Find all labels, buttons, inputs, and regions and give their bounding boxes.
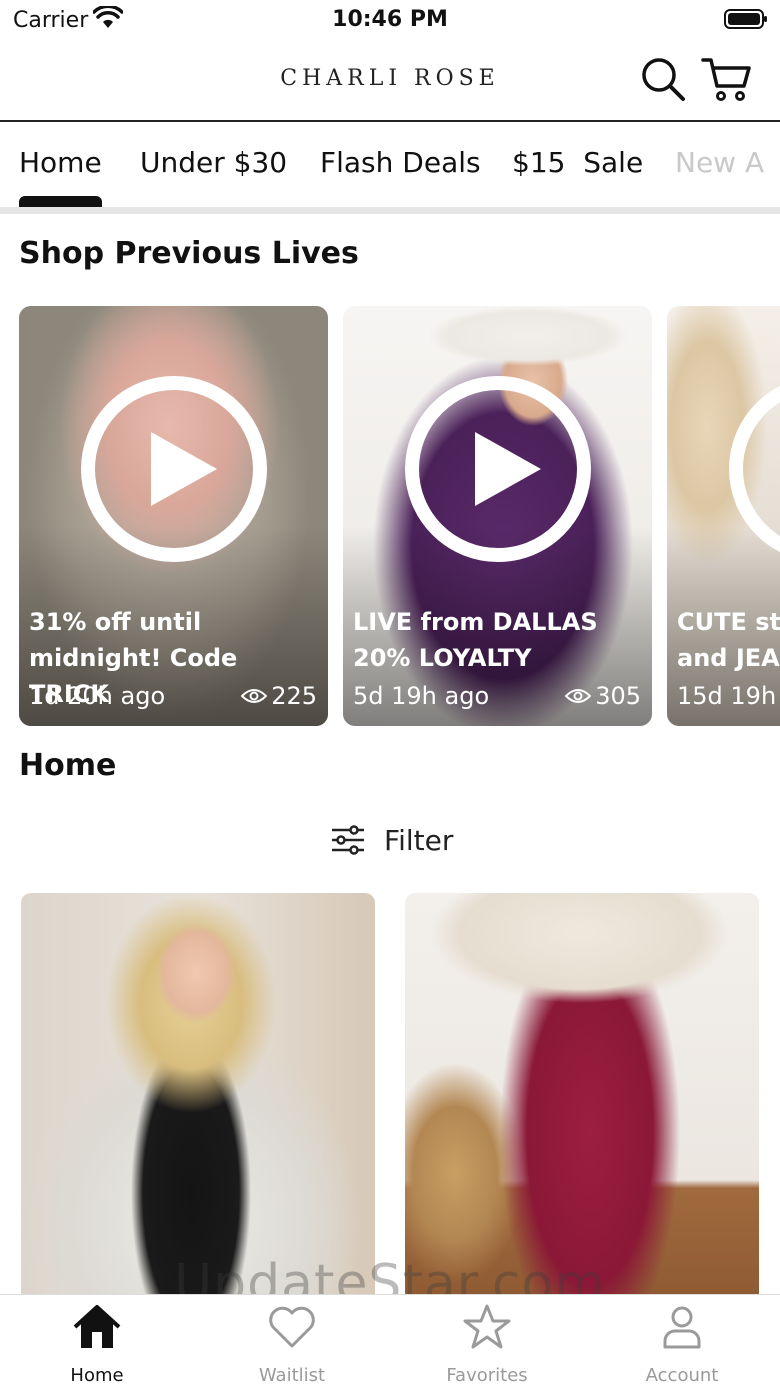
product-card[interactable] <box>405 893 759 1303</box>
filter-label: Filter <box>384 823 454 857</box>
tab-flash-deals[interactable]: Flash Deals <box>320 146 481 179</box>
heart-icon <box>269 1306 315 1348</box>
product-image <box>21 893 375 1303</box>
bottom-nav: Home Waitlist Favorites Account <box>0 1294 780 1387</box>
person-icon <box>663 1306 701 1349</box>
nav-favorites[interactable]: Favorites <box>417 1303 557 1386</box>
play-icon[interactable] <box>403 374 593 564</box>
home-icon <box>73 1305 121 1348</box>
nav-favorites-label: Favorites <box>446 1365 528 1386</box>
live-age: 5d 19h ago <box>353 682 490 710</box>
play-icon[interactable] <box>79 374 269 564</box>
lives-section-title: Shop Previous Lives <box>19 236 359 271</box>
live-card[interactable]: 31% off until midnight! Code TRICK 1d 20… <box>19 306 328 726</box>
nav-waitlist-label: Waitlist <box>258 1365 326 1386</box>
nav-account-label: Account <box>645 1365 719 1386</box>
live-card[interactable]: LIVE from DALLAS 20% LOYALTY 5d 19h ago … <box>343 306 652 726</box>
status-bar: Carrier 10:46 PM <box>0 0 780 42</box>
view-count: 225 <box>241 682 317 710</box>
eye-icon <box>241 689 268 703</box>
clock: 10:46 PM <box>332 7 448 32</box>
nav-home[interactable]: Home <box>27 1303 167 1386</box>
cart-icon[interactable] <box>700 54 752 104</box>
tab-home[interactable]: Home <box>19 146 102 179</box>
nav-account[interactable]: Account <box>612 1303 752 1386</box>
sliders-icon <box>332 825 364 855</box>
live-age: 1d 20h ago <box>29 682 166 710</box>
view-count-value: 225 <box>271 682 317 710</box>
play-icon[interactable] <box>727 374 780 564</box>
search-icon[interactable] <box>640 56 686 102</box>
live-title: LIVE from DALLAS 20% LOYALTY <box>353 608 598 672</box>
view-count-value: 305 <box>595 682 641 710</box>
product-image <box>405 893 759 1303</box>
star-icon <box>463 1304 511 1349</box>
tab-new-arrivals[interactable]: New A <box>675 146 764 179</box>
live-title: CUTE stu and JEA <box>677 608 780 672</box>
category-tabs: Home Under $30 Flash Deals $15 Sale New … <box>0 124 780 210</box>
app-header: CHARLI ROSE <box>0 42 780 122</box>
lives-carousel[interactable]: 31% off until midnight! Code TRICK 1d 20… <box>0 306 780 728</box>
nav-home-label: Home <box>70 1365 124 1386</box>
view-count: 305 <box>565 682 641 710</box>
eye-icon <box>565 689 592 703</box>
tab-under-30[interactable]: Under $30 <box>140 146 287 179</box>
product-card[interactable] <box>21 893 375 1303</box>
filter-button[interactable]: Filter <box>330 818 453 862</box>
battery-icon <box>724 9 767 29</box>
tabs-divider <box>0 207 780 214</box>
home-section-title: Home <box>19 748 117 783</box>
nav-waitlist[interactable]: Waitlist <box>222 1303 362 1386</box>
live-card[interactable]: CUTE stu and JEA 15d 19h <box>667 306 780 726</box>
tab-15-sale[interactable]: $15 Sale <box>512 146 643 179</box>
live-age: 15d 19h <box>677 682 777 710</box>
